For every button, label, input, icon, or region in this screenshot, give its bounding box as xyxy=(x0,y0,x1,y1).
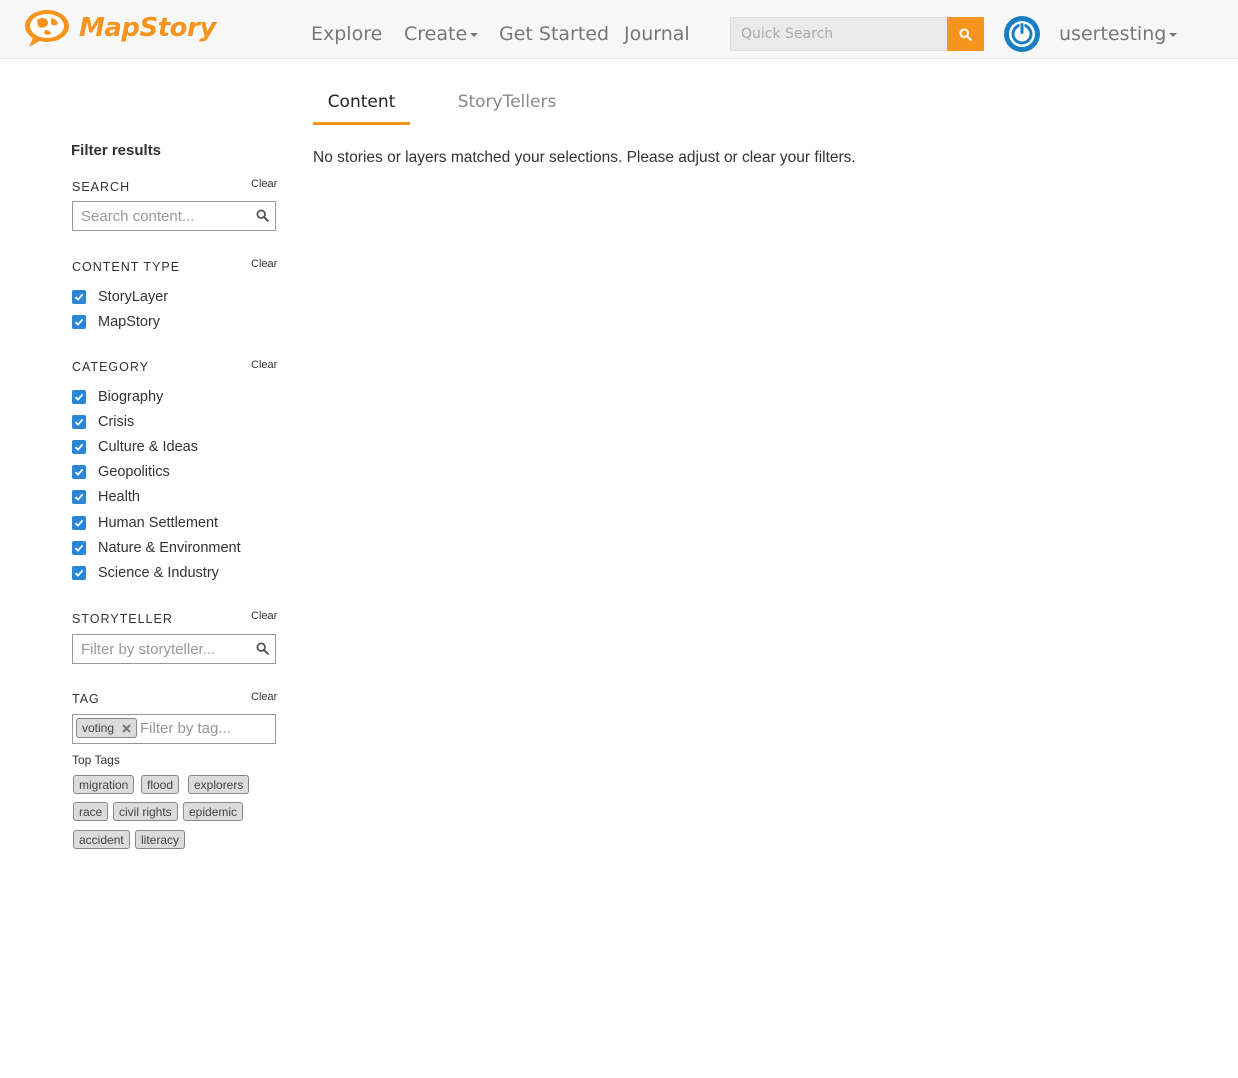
remove-tag-icon[interactable] xyxy=(122,723,131,733)
checkbox[interactable] xyxy=(72,515,86,530)
content-type-option-label: StoryLayer xyxy=(98,289,169,305)
top-tag-chip[interactable]: migration xyxy=(73,775,135,794)
category-option-label: Health xyxy=(98,489,140,506)
checkmark-icon xyxy=(74,544,84,552)
globe-speech-bubble-icon xyxy=(25,10,69,47)
selected-tag-chip: voting xyxy=(76,718,138,738)
clear-tag-link[interactable]: Clear xyxy=(251,691,277,703)
checkmark-icon xyxy=(74,293,84,301)
storyteller-section-label: STORYTELLER xyxy=(72,612,173,626)
top-tag-chip[interactable]: flood xyxy=(141,775,180,794)
search-section-label: SEARCH xyxy=(72,180,131,194)
category-option-label: Biography xyxy=(98,389,164,405)
checkbox[interactable] xyxy=(72,315,86,329)
tab-content[interactable]: Content xyxy=(313,90,410,125)
category-option[interactable]: Crisis xyxy=(72,414,134,430)
quick-search-input[interactable] xyxy=(730,17,947,51)
content-type-option[interactable]: MapStory xyxy=(72,314,160,330)
top-tags-label: Top Tags xyxy=(72,753,120,767)
top-tag-chip[interactable]: race xyxy=(73,802,109,821)
category-option[interactable]: Biography xyxy=(72,389,163,405)
category-option[interactable]: Geopolitics xyxy=(72,464,170,480)
search-icon[interactable] xyxy=(256,209,269,222)
content-type-option-label: MapStory xyxy=(98,314,161,330)
nav-get-started[interactable]: Get Started xyxy=(499,22,609,46)
mapstory-logo[interactable]: MapStory xyxy=(23,8,216,48)
nav-create-label: Create xyxy=(404,23,468,45)
nav-create[interactable]: Create xyxy=(404,22,479,46)
user-menu[interactable]: usertesting xyxy=(1059,22,1178,46)
checkmark-icon xyxy=(74,318,84,326)
checkbox[interactable] xyxy=(72,290,86,304)
nav-explore[interactable]: Explore xyxy=(311,22,382,46)
top-navbar: MapStory Explore Create Get Started Jour… xyxy=(0,0,1238,59)
content-type-section-label: CONTENT TYPE xyxy=(72,260,181,274)
filter-results-title: Filter results xyxy=(71,142,162,159)
category-section-label: CATEGORY xyxy=(72,360,149,374)
content-search-box xyxy=(72,201,276,231)
category-option-label: Science & Industry xyxy=(98,564,219,581)
category-option[interactable]: Health xyxy=(72,489,140,505)
category-option-label: Human Settlement xyxy=(98,514,219,531)
top-tag-chip[interactable]: literacy xyxy=(135,830,186,849)
category-option[interactable]: Culture & Ideas xyxy=(72,439,198,455)
checkmark-icon xyxy=(74,443,84,452)
checkmark-icon xyxy=(74,393,84,401)
checkbox[interactable] xyxy=(72,415,86,430)
checkmark-icon xyxy=(74,519,84,527)
content-search-input[interactable] xyxy=(73,202,248,230)
checkbox[interactable] xyxy=(72,390,86,404)
checkmark-icon xyxy=(74,469,84,477)
storyteller-filter-box xyxy=(72,634,276,664)
category-option-label: Geopolitics xyxy=(98,464,170,481)
checkbox[interactable] xyxy=(72,565,86,580)
content-type-option[interactable]: StoryLayer xyxy=(72,289,168,305)
top-tag-chip[interactable]: civil rights xyxy=(113,802,178,821)
selected-tag-label: voting xyxy=(82,721,115,735)
quick-search-button[interactable] xyxy=(947,17,984,51)
brand-name: MapStory xyxy=(79,13,216,43)
top-tag-chip[interactable]: explorers xyxy=(188,775,250,794)
checkbox[interactable] xyxy=(72,465,86,480)
category-option-label: Crisis xyxy=(98,414,135,431)
category-option[interactable]: Science & Industry xyxy=(72,565,219,581)
tag-filter-input[interactable] xyxy=(140,715,270,741)
power-icon[interactable] xyxy=(1004,16,1040,52)
clear-search-link[interactable]: Clear xyxy=(251,178,277,190)
category-option[interactable]: Human Settlement xyxy=(72,515,218,531)
top-tag-chip[interactable]: accident xyxy=(73,830,130,849)
checkbox[interactable] xyxy=(72,440,86,455)
search-icon xyxy=(959,27,972,41)
clear-content-type-link[interactable]: Clear xyxy=(251,258,277,270)
category-option[interactable]: Nature & Environment xyxy=(72,540,241,556)
category-option-label: Culture & Ideas xyxy=(98,439,198,456)
search-icon[interactable] xyxy=(256,642,269,655)
caret-down-icon xyxy=(470,32,479,37)
tab-storytellers[interactable]: StoryTellers xyxy=(454,90,560,125)
tag-section-label: TAG xyxy=(72,692,100,706)
clear-storyteller-link[interactable]: Clear xyxy=(251,610,277,622)
clear-category-link[interactable]: Clear xyxy=(251,359,277,371)
storyteller-filter-input[interactable] xyxy=(73,635,248,663)
category-option-label: Nature & Environment xyxy=(98,539,241,556)
checkbox[interactable] xyxy=(72,490,86,505)
checkbox[interactable] xyxy=(72,540,86,555)
top-tag-chip[interactable]: epidemic xyxy=(183,802,244,821)
nav-journal[interactable]: Journal xyxy=(624,22,690,46)
username: usertesting xyxy=(1059,23,1167,45)
checkmark-icon xyxy=(74,494,84,502)
caret-down-icon xyxy=(1169,32,1178,37)
checkmark-icon xyxy=(74,418,84,426)
empty-results-message: No stories or layers matched your select… xyxy=(313,149,856,166)
checkmark-icon xyxy=(74,569,84,577)
